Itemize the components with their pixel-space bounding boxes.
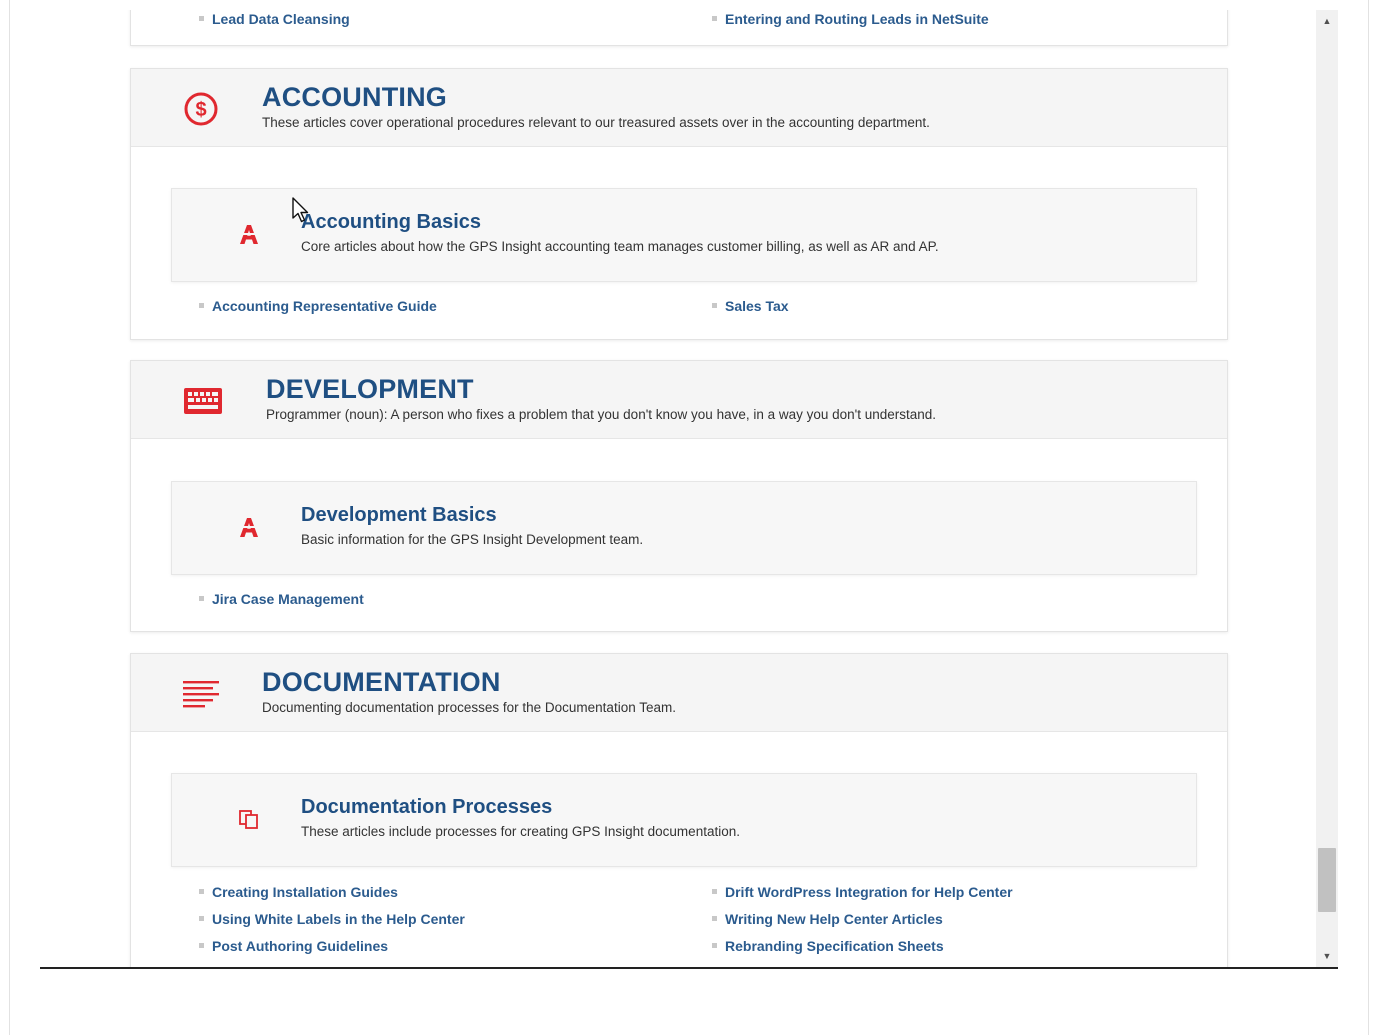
category-title[interactable]: DOCUMENTATION xyxy=(262,667,501,698)
link-creating-installation-guides[interactable]: Creating Installation Guides xyxy=(199,884,398,900)
category-documentation: DOCUMENTATION Documenting documentation … xyxy=(130,653,1228,967)
link-accounting-representative-guide[interactable]: Accounting Representative Guide xyxy=(199,298,437,314)
category-description: Documenting documentation processes for … xyxy=(262,700,676,715)
link-using-white-labels[interactable]: Using White Labels in the Help Center xyxy=(199,911,465,927)
section-description: Basic information for the GPS Insight De… xyxy=(301,532,644,547)
category-title[interactable]: DEVELOPMENT xyxy=(266,374,474,405)
section-card-development-basics[interactable]: Development Basics Basic information for… xyxy=(171,481,1197,575)
link-entering-routing-leads[interactable]: Entering and Routing Leads in NetSuite xyxy=(712,11,989,27)
letter-a-icon xyxy=(236,221,262,247)
category-header[interactable]: $ ACCOUNTING These articles cover operat… xyxy=(131,69,1227,147)
section-card-accounting-basics[interactable]: Accounting Basics Core articles about ho… xyxy=(171,188,1197,282)
section-card-documentation-processes[interactable]: Documentation Processes These articles i… xyxy=(171,773,1197,867)
bottom-divider xyxy=(40,967,1338,969)
section-title[interactable]: Accounting Basics xyxy=(301,211,481,234)
link-lead-data-cleansing[interactable]: Lead Data Cleansing xyxy=(199,11,350,27)
link-sales-tax[interactable]: Sales Tax xyxy=(712,298,789,314)
mouse-pointer-icon xyxy=(292,197,312,223)
link-post-authoring-guidelines[interactable]: Post Authoring Guidelines xyxy=(199,938,388,954)
keyboard-icon xyxy=(183,381,223,421)
page-viewport: Lead Data Cleansing Entering and Routing… xyxy=(10,10,1316,967)
category-description: These articles cover operational procedu… xyxy=(262,115,930,130)
vertical-scrollbar[interactable]: ▲ ▼ xyxy=(1316,10,1338,967)
section-title[interactable]: Documentation Processes xyxy=(301,796,552,819)
scrollbar-thumb[interactable] xyxy=(1318,848,1336,912)
category-title[interactable]: ACCOUNTING xyxy=(262,82,447,113)
scroll-down-arrow-icon[interactable]: ▼ xyxy=(1316,947,1338,965)
svg-text:$: $ xyxy=(195,99,206,121)
section-description: Core articles about how the GPS Insight … xyxy=(301,239,939,254)
category-header[interactable]: DOCUMENTATION Documenting documentation … xyxy=(131,654,1227,732)
category-previous: Lead Data Cleansing Entering and Routing… xyxy=(130,10,1228,46)
category-development: DEVELOPMENT Programmer (noun): A person … xyxy=(130,360,1228,632)
letter-a-icon xyxy=(236,514,262,540)
dollar-circle-icon: $ xyxy=(181,89,221,129)
section-description: These articles include processes for cre… xyxy=(301,824,740,839)
link-drift-wordpress-integration[interactable]: Drift WordPress Integration for Help Cen… xyxy=(712,884,1013,900)
window-frame-right xyxy=(1368,0,1369,1035)
section-title[interactable]: Development Basics xyxy=(301,504,497,527)
category-description: Programmer (noun): A person who fixes a … xyxy=(266,407,937,422)
align-left-icon xyxy=(181,674,221,714)
category-header[interactable]: DEVELOPMENT Programmer (noun): A person … xyxy=(131,361,1227,439)
scroll-up-arrow-icon[interactable]: ▲ xyxy=(1316,12,1338,30)
browser-window: Lead Data Cleansing Entering and Routing… xyxy=(0,0,1375,1035)
copy-icon xyxy=(236,806,262,832)
link-rebranding-specification-sheets[interactable]: Rebranding Specification Sheets xyxy=(712,938,944,954)
link-jira-case-management[interactable]: Jira Case Management xyxy=(199,591,364,607)
link-writing-new-help-center-articles[interactable]: Writing New Help Center Articles xyxy=(712,911,943,927)
